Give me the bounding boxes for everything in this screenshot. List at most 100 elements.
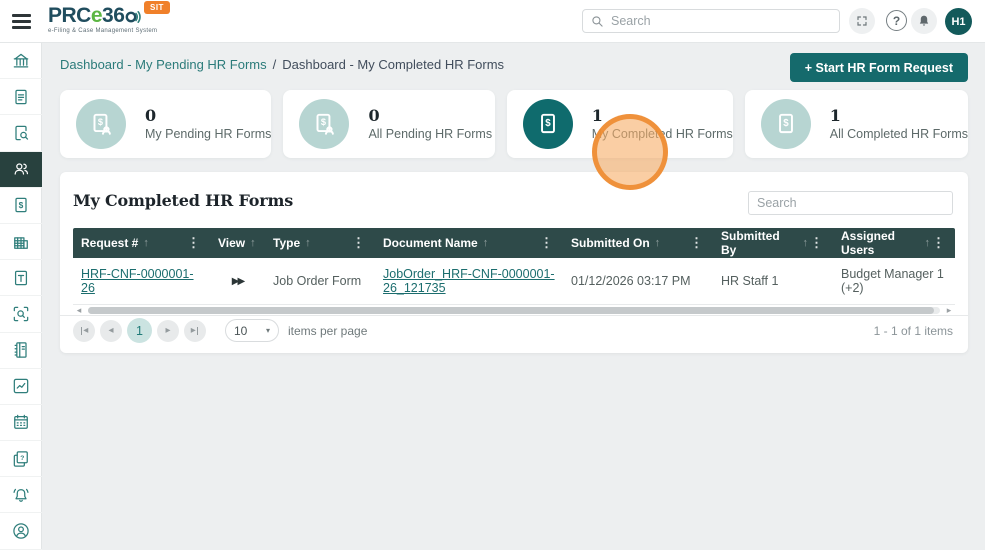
file-text-icon [14, 270, 28, 286]
breadcrumb: Dashboard - My Pending HR Forms / Dashbo… [60, 57, 504, 72]
start-hr-form-request-button[interactable]: + Start HR Form Request [789, 53, 968, 82]
fullscreen-button[interactable] [849, 8, 875, 34]
sidebar-item-finance-forms[interactable]: $ [0, 188, 42, 224]
stat-label: All Pending HR Forms [368, 127, 493, 141]
page-range-label: 1 - 1 of 1 items [873, 323, 953, 338]
grid-pager: ◂ ◂ 1 ▸ ▸ 10 ▾ items per page 1 - 1 of 1… [60, 315, 968, 353]
sidebar-item-organization[interactable] [0, 224, 42, 261]
card-all-completed-hr-forms[interactable]: $ 1 All Completed HR Forms [744, 90, 968, 158]
first-page-button[interactable]: ◂ [73, 319, 95, 342]
sidebar-item-documents[interactable] [0, 79, 42, 116]
completed-forms-panel: My Completed HR Forms Request #↑⋮ View↑ … [60, 172, 968, 353]
help-button[interactable]: ? [886, 10, 907, 31]
fullscreen-icon [857, 16, 867, 26]
app-logo[interactable]: PRC e 36 e-Filing & Case Management System [48, 4, 158, 35]
column-header-submitted-by[interactable]: Submitted By ↑ ⋮ [713, 228, 833, 258]
global-search-input[interactable] [611, 14, 839, 28]
logo-tagline: e-Filing & Case Management System [48, 28, 158, 34]
column-menu-icon[interactable]: ⋮ [185, 235, 202, 251]
grid-search-input[interactable] [748, 191, 953, 215]
file-lines-icon [15, 89, 27, 105]
logo-signal-icon [125, 11, 142, 23]
sidebar-item-ledger[interactable] [0, 333, 42, 369]
users-icon [14, 163, 29, 175]
sidebar-item-profile[interactable] [0, 513, 42, 550]
sidebar-item-hr-forms[interactable] [0, 151, 42, 188]
cell-view: ▶▶ [210, 258, 265, 304]
page-size-select[interactable]: 10 ▾ [225, 319, 279, 342]
card-my-completed-hr-forms[interactable]: $ 1 My Completed HR Forms [506, 90, 733, 158]
top-header: PRC e 36 e-Filing & Case Management System… [0, 0, 985, 43]
card-all-pending-hr-forms[interactable]: $ 0 All Pending HR Forms [283, 90, 495, 158]
sidebar-item-document-search[interactable] [0, 115, 42, 152]
bell-icon [919, 15, 929, 26]
sidebar-item-calendar[interactable] [0, 405, 42, 442]
items-per-page-label: items per page [288, 323, 368, 338]
breadcrumb-link-pending[interactable]: Dashboard - My Pending HR Forms [60, 57, 267, 72]
building-icon [14, 236, 28, 249]
cell-request-id: HRF-CNF-0000001-26 [73, 258, 210, 304]
sidebar-item-templates[interactable] [0, 260, 42, 297]
sort-asc-icon: ↑ [654, 237, 661, 249]
pending-form-icon: $ [76, 99, 126, 149]
svg-text:$: $ [19, 200, 24, 210]
card-my-pending-hr-forms[interactable]: $ 0 My Pending HR Forms [60, 90, 272, 158]
hr-forms-grid: Request # ↑ ⋮ View ↑ Type ↑ ⋮ Document Name ↑ ⋮… [73, 228, 955, 305]
svg-text:$: $ [545, 118, 551, 129]
column-menu-icon[interactable]: ⋮ [688, 235, 705, 251]
scrollbar-thumb[interactable] [88, 306, 934, 314]
column-menu-icon[interactable]: ⋮ [350, 235, 367, 251]
last-page-button[interactable]: ▸ [184, 319, 206, 342]
sort-asc-icon: ↑ [305, 237, 311, 249]
user-avatar[interactable]: H1 [945, 8, 972, 35]
svg-text:$: $ [783, 118, 789, 129]
page-1-button[interactable]: 1 [127, 318, 152, 343]
stat-value: 1 [591, 106, 603, 125]
stat-value: 0 [145, 106, 157, 125]
bell-ring-icon [13, 488, 29, 502]
cell-submitted-by: HR Staff 1 [721, 274, 779, 288]
sidebar-item-help-docs[interactable]: ? [0, 441, 42, 478]
stat-label: My Completed HR Forms [591, 127, 733, 141]
completed-form-icon: $ [760, 99, 811, 149]
breadcrumb-separator: / [272, 57, 277, 72]
column-header-document-name[interactable]: Document Name ↑ ⋮ [375, 228, 563, 258]
horizontal-scrollbar[interactable]: ◂ ▸ [73, 305, 955, 315]
scroll-left-icon[interactable]: ◂ [73, 305, 85, 316]
svg-text:?: ? [20, 454, 24, 461]
column-header-submitted-on[interactable]: Submitted On ↑ ⋮ [563, 228, 713, 258]
sidebar-item-scan-search[interactable] [0, 296, 42, 333]
file-question-icon: ? [13, 450, 28, 467]
column-header-view[interactable]: View ↑ [210, 228, 265, 258]
cell-assigned-users: Budget Manager 1 (+2) [841, 267, 944, 295]
logo-text: PRC [48, 4, 91, 27]
column-header-request[interactable]: Request # ↑ ⋮ [73, 228, 210, 258]
cell-document-name: JobOrder_HRF-CNF-0000001-26_121735 [375, 258, 563, 304]
request-link[interactable]: HRF-CNF-0000001-26 [81, 267, 202, 295]
pending-form-icon: $ [299, 99, 350, 149]
sort-asc-icon: ↑ [482, 237, 489, 249]
notifications-button[interactable] [911, 8, 937, 34]
view-forward-icon[interactable]: ▶▶ [232, 276, 245, 287]
file-dollar-icon: $ [15, 198, 27, 213]
column-menu-icon[interactable]: ⋮ [930, 235, 947, 251]
grid-header-row: Request # ↑ ⋮ View ↑ Type ↑ ⋮ Document Name ↑ ⋮… [73, 228, 955, 258]
scroll-right-icon[interactable]: ▸ [943, 305, 955, 316]
prev-page-button[interactable]: ◂ [100, 319, 122, 342]
scrollbar-track[interactable] [88, 306, 940, 314]
column-header-assigned-users[interactable]: Assigned Users ↑ ⋮ [833, 228, 955, 258]
sidebar-item-reports[interactable] [0, 369, 42, 405]
next-page-button[interactable]: ▸ [157, 319, 179, 342]
sort-asc-icon: ↑ [143, 237, 149, 249]
column-menu-icon[interactable]: ⋮ [538, 235, 555, 251]
book-icon [14, 342, 27, 358]
column-menu-icon[interactable]: ⋮ [808, 235, 825, 251]
bank-icon [13, 53, 29, 68]
panel-title: My Completed HR Forms [73, 191, 293, 210]
sidebar-item-alerts[interactable] [0, 477, 42, 514]
menu-toggle-icon[interactable] [12, 14, 31, 29]
app-root: PRC e 36 e-Filing & Case Management System… [0, 0, 985, 550]
document-link[interactable]: JobOrder_HRF-CNF-0000001-26_121735 [383, 267, 555, 295]
column-header-type[interactable]: Type ↑ ⋮ [265, 228, 375, 258]
sidebar-item-institution[interactable] [0, 43, 42, 80]
